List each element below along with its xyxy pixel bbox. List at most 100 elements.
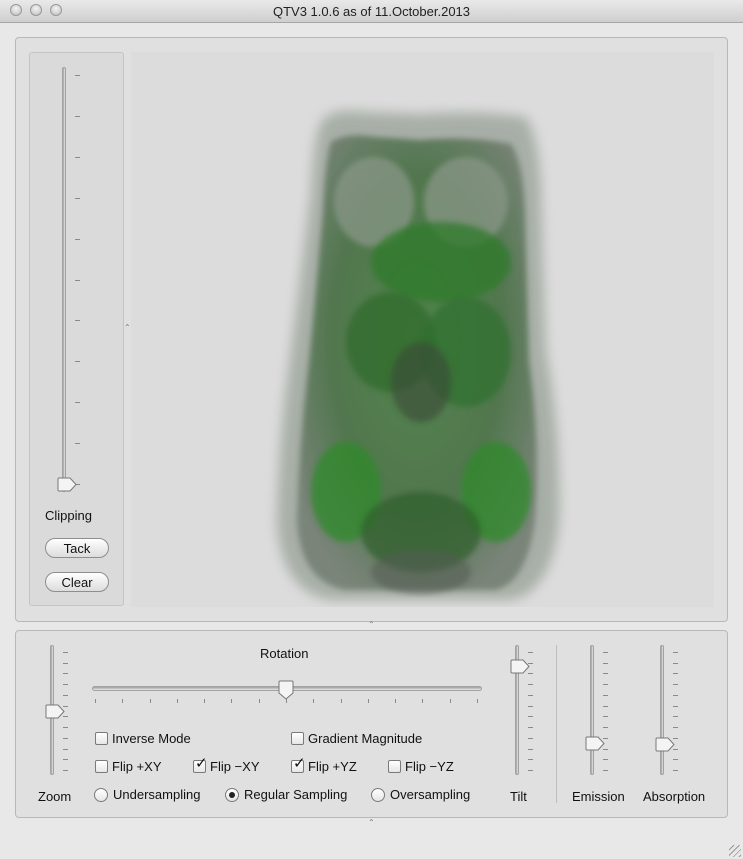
flip-mxy-label: Flip −XY	[210, 759, 260, 774]
slider-tick	[603, 652, 608, 653]
slider-tick	[603, 759, 608, 761]
clear-button[interactable]: Clear	[45, 572, 109, 592]
slider-tick	[528, 684, 533, 686]
slider-tick	[673, 694, 678, 696]
inverse-mode-checkbox[interactable]	[95, 732, 108, 745]
slider-tick	[75, 443, 80, 445]
slider-tick	[95, 699, 96, 703]
slider-tick	[75, 402, 80, 404]
tilt-label: Tilt	[510, 789, 527, 804]
splitter-handle-bottom[interactable]: ⌃	[368, 818, 375, 827]
slider-tick	[603, 684, 608, 686]
slider-tick	[673, 770, 678, 771]
slider-tick	[75, 75, 80, 76]
absorption-slider-handle[interactable]	[655, 737, 675, 752]
slider-tick	[673, 759, 678, 761]
flip-pyz-label: Flip +YZ	[308, 759, 357, 774]
flip-pyz-checkbox[interactable]: ✓	[291, 756, 306, 773]
gradient-magnitude-checkbox[interactable]	[291, 732, 304, 745]
slider-tick	[449, 699, 451, 703]
slider-tick	[603, 662, 608, 664]
slider-tick	[673, 673, 678, 675]
absorption-label: Absorption	[643, 789, 706, 804]
slider-tick	[673, 727, 678, 729]
slider-tick	[603, 673, 608, 675]
flip-pxy-label: Flip +XY	[112, 759, 162, 774]
emission-slider-track[interactable]	[590, 645, 594, 775]
window-title: QTV3 1.0.6 as of 11.October.2013	[272, 4, 471, 19]
slider-tick	[673, 684, 678, 686]
oversampling-radio[interactable]	[371, 788, 385, 802]
slider-tick	[63, 770, 68, 771]
slider-tick	[528, 748, 533, 750]
slider-tick	[75, 156, 80, 158]
clipping-label: Clipping	[45, 508, 92, 523]
slider-tick	[673, 652, 678, 653]
slider-tick	[528, 694, 533, 696]
slider-tick	[63, 694, 68, 696]
slider-tick	[673, 662, 678, 664]
splitter-handle-horizontal[interactable]: ⌃	[368, 620, 375, 629]
slider-tick	[528, 737, 533, 739]
slider-tick	[63, 727, 68, 729]
slider-tick	[603, 705, 608, 707]
slider-tick	[63, 662, 68, 664]
flip-pxy-checkbox[interactable]	[95, 760, 108, 773]
title-bar: QTV3 1.0.6 as of 11.October.2013	[0, 0, 743, 23]
splitter-handle[interactable]: ⌃	[124, 323, 131, 332]
rotation-slider-handle[interactable]	[278, 680, 294, 700]
undersampling-radio[interactable]	[94, 788, 108, 802]
rotation-label: Rotation	[260, 646, 309, 661]
slider-tick	[149, 699, 151, 703]
slider-tick	[528, 759, 533, 761]
emission-slider-handle[interactable]	[585, 736, 605, 751]
volume-render-view[interactable]	[131, 52, 714, 607]
slider-tick	[63, 684, 68, 686]
slider-tick	[204, 699, 206, 703]
flip-mxy-checkbox[interactable]: ✓	[193, 756, 208, 773]
slider-tick	[422, 699, 424, 703]
regular-sampling-radio[interactable]	[225, 788, 239, 802]
slider-tick	[340, 699, 342, 703]
divider	[556, 645, 557, 803]
slider-tick	[176, 699, 178, 703]
slider-tick	[528, 727, 533, 729]
undersampling-label: Undersampling	[113, 787, 201, 802]
slider-tick	[75, 197, 80, 199]
gradient-magnitude-label: Gradient Magnitude	[308, 731, 423, 746]
slider-tick	[231, 699, 233, 703]
slider-tick	[367, 699, 369, 703]
slider-tick	[528, 770, 533, 771]
tack-button[interactable]: Tack	[45, 538, 109, 558]
radio-selected-dot	[229, 792, 235, 798]
slider-tick	[63, 652, 68, 653]
resize-grip-icon[interactable]	[729, 845, 741, 857]
slider-tick	[63, 673, 68, 675]
slider-tick	[603, 770, 608, 771]
slider-tick	[75, 279, 80, 281]
slider-tick	[75, 320, 80, 322]
slider-tick	[63, 759, 68, 761]
slider-tick	[395, 699, 397, 703]
zoom-slider-handle[interactable]	[45, 704, 65, 719]
slider-tick	[528, 716, 533, 718]
flip-myz-label: Flip −YZ	[405, 759, 454, 774]
torso-volume-render	[277, 110, 560, 600]
flip-myz-checkbox[interactable]	[388, 760, 401, 773]
slider-tick	[603, 716, 608, 718]
absorption-slider-track[interactable]	[660, 645, 664, 775]
tilt-slider-handle[interactable]	[510, 659, 530, 674]
clipping-slider-track[interactable]	[62, 67, 66, 492]
slider-tick	[477, 699, 478, 703]
slider-tick	[63, 748, 68, 750]
inverse-mode-label: Inverse Mode	[112, 731, 191, 746]
slider-tick	[313, 699, 315, 703]
slider-tick	[75, 115, 80, 117]
slider-tick	[122, 699, 124, 703]
slider-tick	[603, 727, 608, 729]
slider-tick	[603, 694, 608, 696]
regular-sampling-label: Regular Sampling	[244, 787, 348, 802]
slider-tick	[528, 652, 533, 653]
checkmark-icon: ✓	[195, 754, 208, 772]
clipping-slider-handle[interactable]	[57, 477, 77, 492]
